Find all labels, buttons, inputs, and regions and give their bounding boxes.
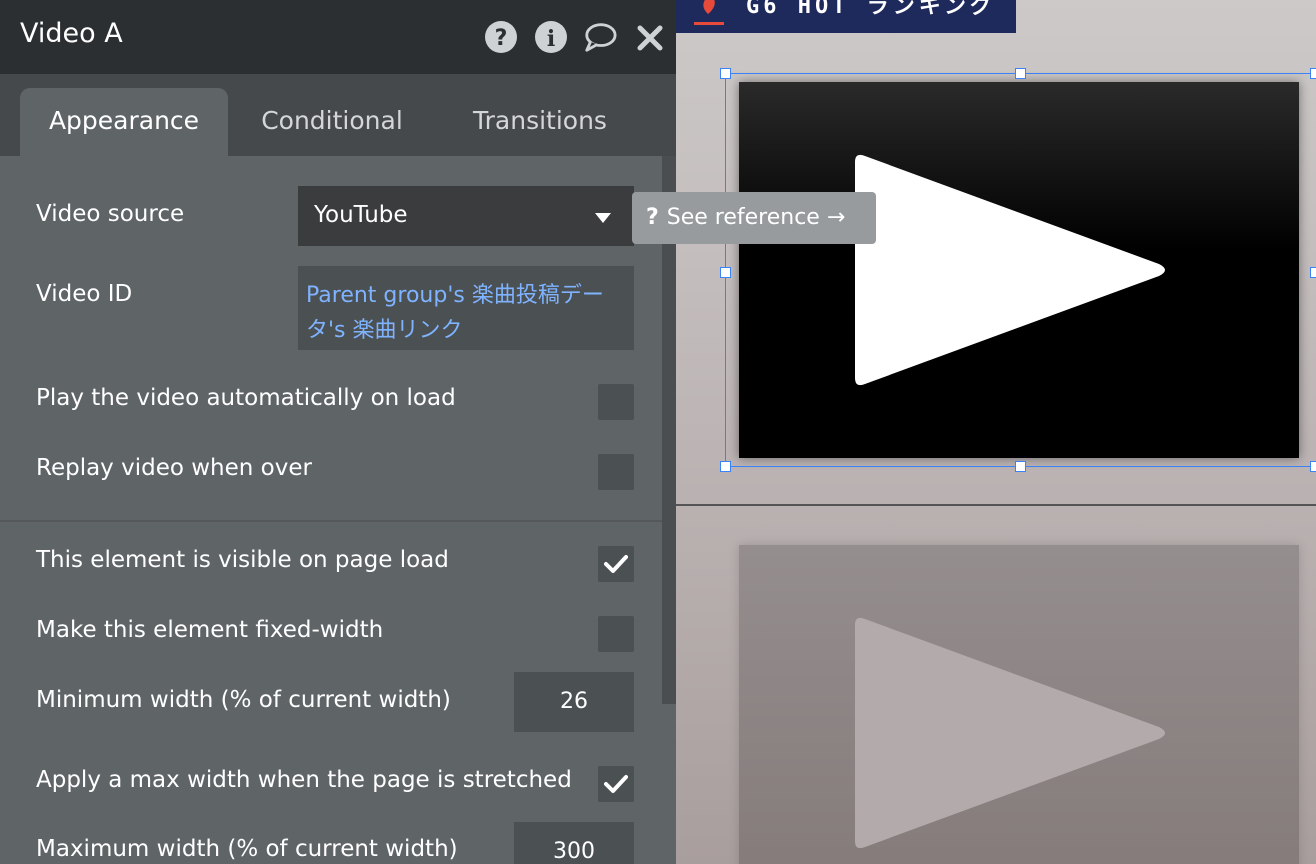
video-id-field[interactable]: Parent group's 楽曲投稿データ's 楽曲リンク bbox=[298, 266, 634, 350]
autoplay-checkbox[interactable] bbox=[598, 384, 634, 420]
help-icon[interactable]: ? bbox=[484, 20, 518, 54]
visible-on-load-checkbox[interactable] bbox=[598, 546, 634, 582]
resize-handle-bottom-left[interactable] bbox=[720, 461, 731, 472]
info-icon[interactable]: i bbox=[534, 20, 568, 54]
see-reference-link[interactable]: ? See reference → bbox=[632, 192, 876, 244]
panel-title: Video A bbox=[20, 18, 123, 49]
resize-handle-top[interactable] bbox=[1015, 68, 1026, 79]
apply-max-width-checkbox[interactable] bbox=[598, 766, 634, 802]
banner-logo-icon bbox=[694, 0, 724, 25]
max-width-label: Maximum width (% of current width) bbox=[36, 836, 458, 862]
min-width-label: Minimum width (% of current width) bbox=[36, 687, 451, 713]
editor-canvas[interactable]: G6 HOT ランキング bbox=[676, 0, 1316, 864]
property-editor-panel: Video A ? i Appearance Conditional Trans… bbox=[0, 0, 676, 864]
fixed-width-checkbox[interactable] bbox=[598, 616, 634, 652]
canvas-divider bbox=[676, 504, 1316, 506]
close-icon[interactable] bbox=[636, 24, 664, 52]
resize-handle-left[interactable] bbox=[720, 267, 731, 278]
panel-header: Video A ? i bbox=[0, 0, 676, 74]
video-source-label: Video source bbox=[36, 201, 185, 227]
resize-handle-right[interactable] bbox=[1310, 267, 1316, 278]
tab-appearance[interactable]: Appearance bbox=[20, 88, 228, 156]
visible-on-load-label: This element is visible on page load bbox=[36, 547, 449, 573]
svg-text:?: ? bbox=[495, 26, 508, 51]
min-width-input[interactable]: 26 bbox=[514, 672, 634, 732]
comment-icon[interactable] bbox=[583, 20, 617, 54]
see-reference-text: See reference → bbox=[666, 205, 846, 230]
fixed-width-label: Make this element fixed-width bbox=[36, 617, 384, 643]
video-id-dynamic-expression[interactable]: Parent group's 楽曲投稿データ's 楽曲リンク bbox=[306, 278, 626, 348]
checkmark-icon bbox=[604, 775, 628, 793]
video-element[interactable] bbox=[739, 545, 1299, 864]
resize-handle-top-left[interactable] bbox=[720, 68, 731, 79]
checkmark-icon bbox=[604, 555, 628, 573]
video-source-value: YouTube bbox=[314, 202, 408, 228]
play-icon bbox=[855, 617, 1165, 849]
tab-transitions[interactable]: Transitions bbox=[446, 88, 634, 156]
max-width-input[interactable]: 300 bbox=[514, 822, 634, 864]
replay-label: Replay video when over bbox=[36, 455, 312, 481]
selection-frame bbox=[720, 68, 1316, 472]
chevron-down-icon bbox=[595, 213, 611, 223]
autoplay-label: Play the video automatically on load bbox=[36, 385, 456, 411]
resize-handle-bottom-right[interactable] bbox=[1310, 461, 1316, 472]
question-mark-icon: ? bbox=[646, 205, 659, 230]
banner-title: G6 HOT ランキング bbox=[746, 0, 997, 19]
tab-bar: Appearance Conditional Transitions bbox=[0, 74, 676, 156]
canvas-banner[interactable]: G6 HOT ランキング bbox=[676, 0, 1016, 33]
video-source-select[interactable]: YouTube bbox=[298, 186, 634, 246]
section-divider bbox=[0, 520, 662, 522]
svg-text:i: i bbox=[547, 26, 555, 52]
replay-checkbox[interactable] bbox=[598, 454, 634, 490]
apply-max-width-label: Apply a max width when the page is stret… bbox=[36, 767, 572, 793]
resize-handle-top-right[interactable] bbox=[1310, 68, 1316, 79]
video-id-label: Video ID bbox=[36, 281, 133, 307]
tab-conditional[interactable]: Conditional bbox=[238, 88, 426, 156]
resize-handle-bottom[interactable] bbox=[1015, 461, 1026, 472]
